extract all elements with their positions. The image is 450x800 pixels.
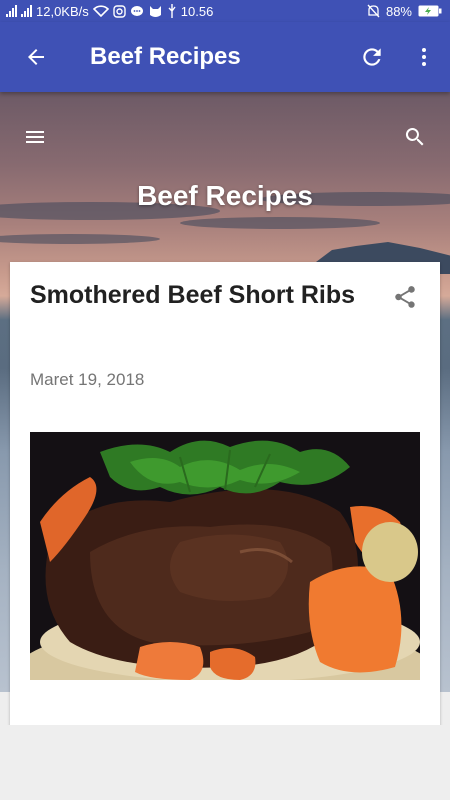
status-time: 10.56 [180,3,214,19]
more-options-button[interactable] [398,22,450,92]
bell-off-icon [367,4,380,18]
refresh-icon [363,48,381,66]
status-bar: 12,0KB/s 10.56 88% [0,0,450,22]
battery-percent: 88% [385,3,412,19]
app-bar: Beef Recipes [0,22,450,92]
cat-app-icon [149,5,161,17]
hamburger-menu-icon [26,131,44,143]
post-title[interactable]: Smothered Beef Short Ribs [30,280,370,311]
signal-icon [6,5,17,17]
usb-icon [168,4,176,18]
bottom-area [0,725,450,800]
share-icon [395,286,415,308]
refresh-button[interactable] [346,22,398,92]
food-photo [30,432,420,680]
post-card: Smothered Beef Short Ribs Maret 19, 2018 [10,262,440,732]
blog-title[interactable]: Beef Recipes [0,180,450,212]
battery-charging-icon [418,5,442,17]
post-date: Maret 19, 2018 [30,370,145,389]
share-button[interactable] [390,282,420,312]
search-button[interactable] [400,122,430,152]
app-title: Beef Recipes [90,43,241,70]
back-button[interactable] [0,22,72,92]
search-icon [405,128,424,146]
signal-icon-2 [21,5,32,17]
arrow-back-icon [28,49,44,65]
more-vert-icon [422,48,426,66]
instagram-icon [113,4,126,18]
chat-icon [130,5,143,16]
wifi-icon [92,5,109,17]
network-speed: 12,0KB/s [36,3,89,19]
menu-button[interactable] [20,122,50,152]
post-image[interactable] [30,432,420,680]
